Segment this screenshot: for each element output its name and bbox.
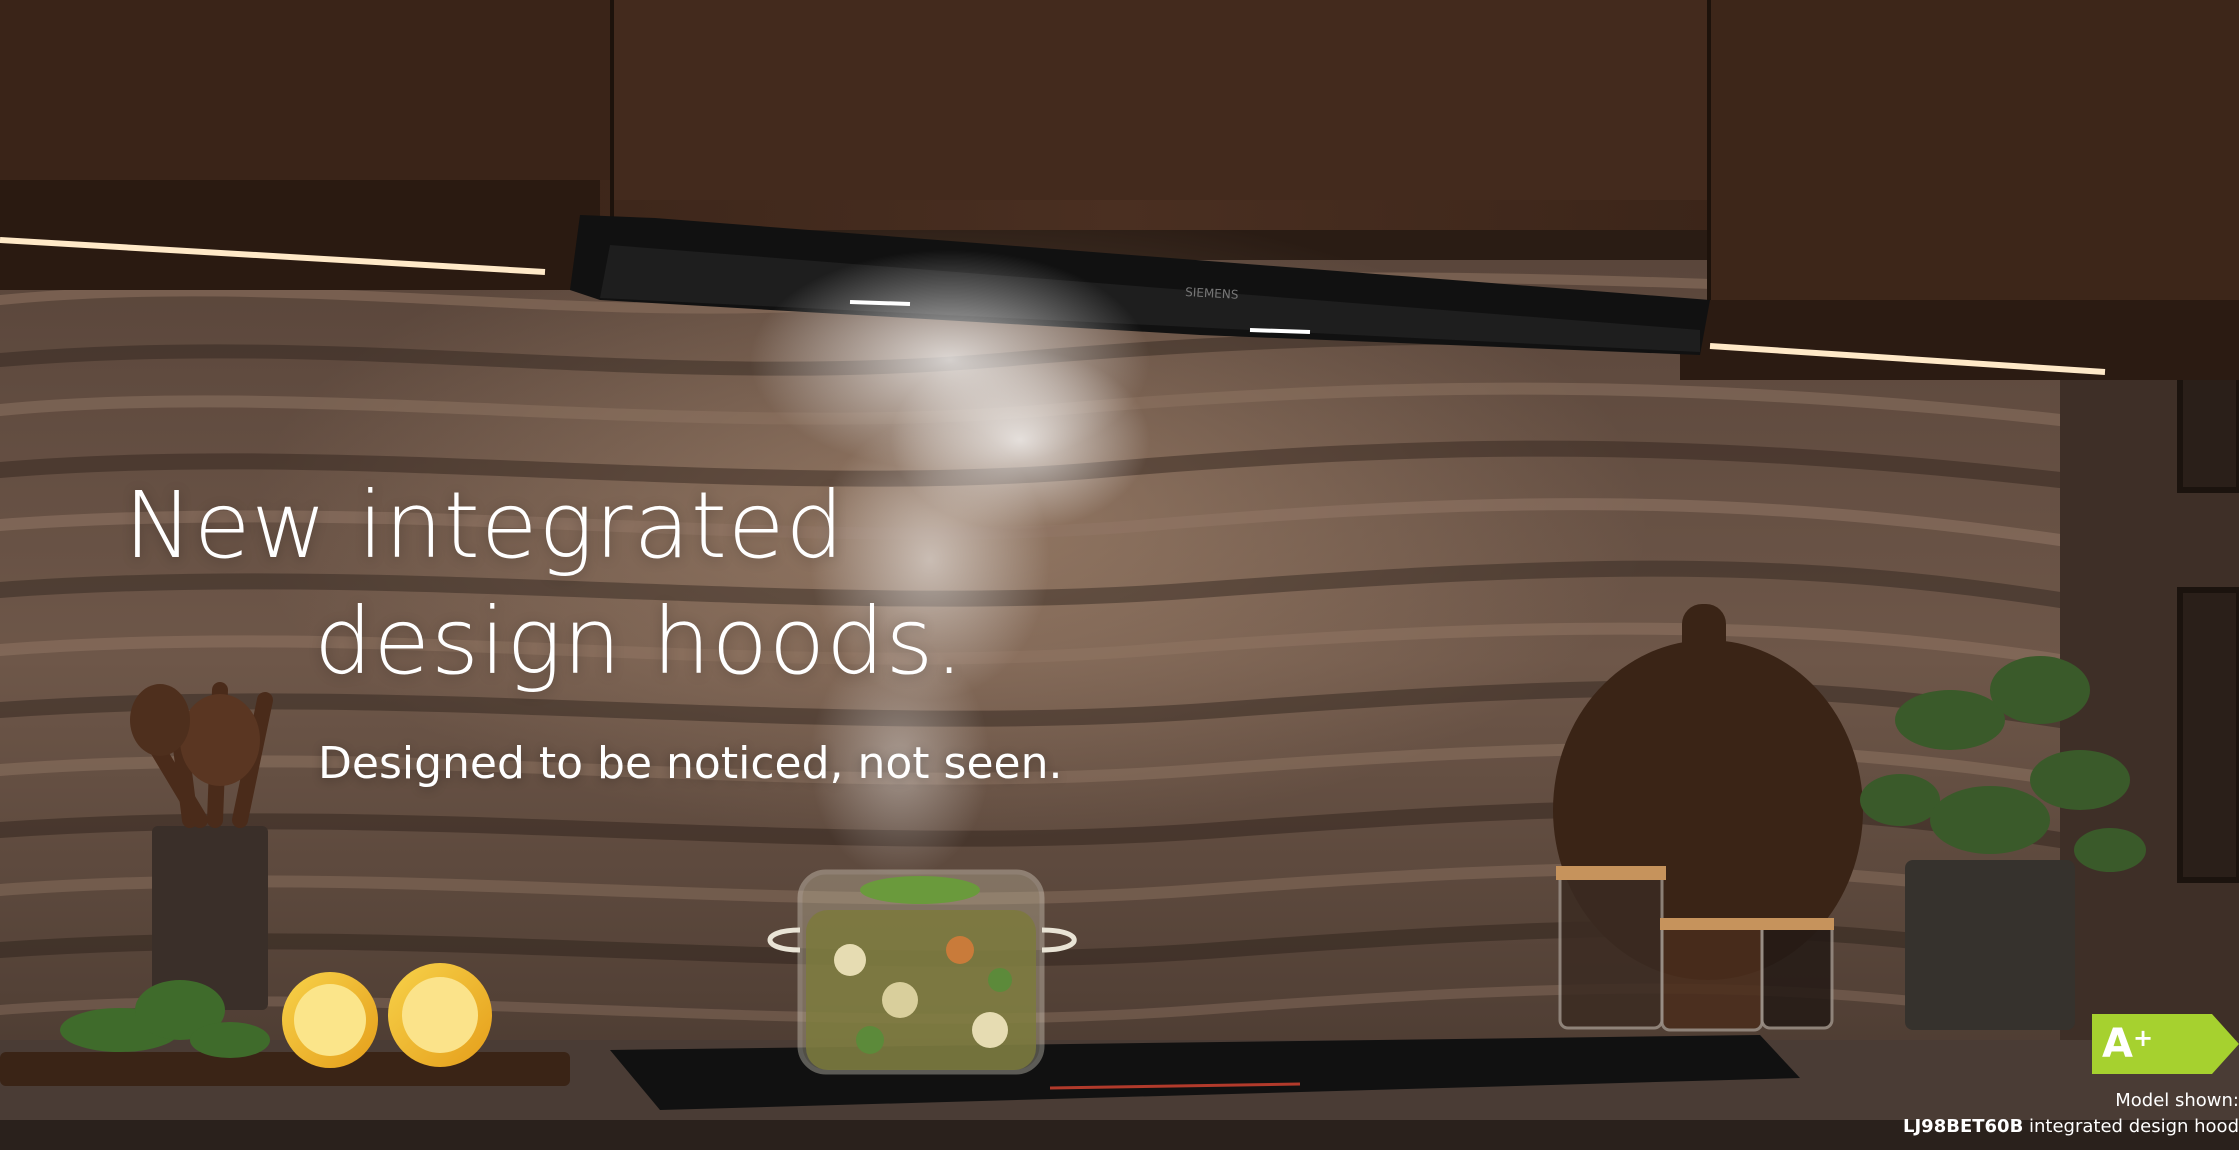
model-code: LJ98BET60B [1903, 1116, 2024, 1137]
headline-line-1: New integrated [124, 472, 845, 579]
energy-class-suffix: + [2132, 1024, 2154, 1052]
energy-class-letter: A [2102, 1021, 2133, 1067]
tagline: Designed to be noticed, not seen. [318, 738, 1063, 789]
headline-line-2: design hoods. [314, 588, 965, 695]
model-note-line1: Model shown: [2115, 1090, 2239, 1111]
energy-class-text: A+ [2102, 1014, 2153, 1074]
model-note-line2: LJ98BET60B integrated design hood [1903, 1114, 2239, 1140]
model-note: Model shown: LJ98BET60B integrated desig… [1903, 1088, 2239, 1140]
model-description: integrated design hood [2023, 1116, 2239, 1137]
headline: New integrated design hoods. [0, 0, 1200, 800]
hero-banner: SIEMENS New integrated design hoods. Des… [0, 0, 2239, 1150]
